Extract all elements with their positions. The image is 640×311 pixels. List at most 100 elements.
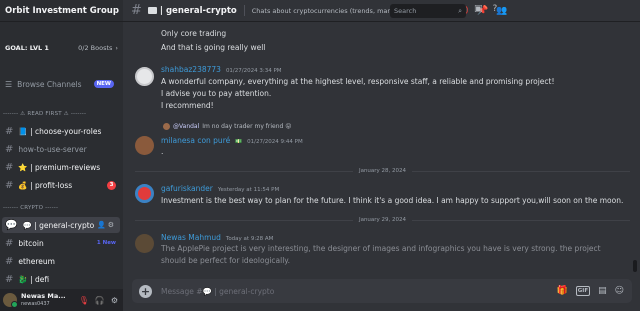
gear-icon[interactable]: ⚙ bbox=[111, 296, 118, 305]
reply-reference[interactable]: @Vandal Im no day trader my friend 😝 bbox=[163, 123, 292, 130]
new-badge: NEW bbox=[93, 80, 114, 88]
category-crypto[interactable]: ------- CRYPTO ------ bbox=[0, 205, 123, 215]
new-messages-badge: 1 New bbox=[96, 240, 116, 246]
boost-goal-label: GOAL: LVL 1 bbox=[5, 44, 49, 52]
avatar[interactable] bbox=[135, 184, 154, 203]
boost-count: 0/2 Boosts bbox=[78, 44, 113, 52]
help-icon[interactable]: ? bbox=[493, 4, 498, 14]
user-names[interactable]: Newas Ma... newas0437 bbox=[21, 293, 66, 307]
message-line: And that is going really well bbox=[161, 43, 266, 52]
divider-line bbox=[412, 219, 630, 221]
channel-defi[interactable]: # 🐉 | defi bbox=[2, 271, 120, 287]
add-attachment-icon[interactable]: + bbox=[139, 284, 152, 298]
channel-label: how-to-use-server bbox=[18, 144, 87, 154]
channel-how-to-use-server[interactable]: # how-to-use-server bbox=[2, 141, 120, 157]
author-name[interactable]: shahbaz238773 bbox=[161, 65, 221, 74]
chevron-right-icon: › bbox=[115, 44, 118, 52]
channel-label: ⭐ | premium-reviews bbox=[18, 162, 101, 172]
reply-text: Im no day trader my friend 😝 bbox=[202, 123, 292, 130]
browse-channels[interactable]: ☰ Browse Channels NEW bbox=[0, 76, 123, 92]
divider-line bbox=[412, 170, 630, 172]
scrollbar[interactable] bbox=[633, 260, 637, 272]
message-line: should be perfect for ideologically. bbox=[161, 256, 291, 265]
user-controls: 🎙 🎧 ⚙ bbox=[79, 296, 118, 305]
channel-header: # | general-crypto Chats about cryptocur… bbox=[123, 0, 640, 22]
user-avatar[interactable] bbox=[3, 293, 18, 308]
avatar[interactable] bbox=[135, 67, 154, 86]
channel-title-text: | general-crypto bbox=[159, 5, 237, 16]
message-header: Newas Mahmud Today at 9:28 AM bbox=[161, 233, 273, 242]
inbox-icon[interactable]: ▣ bbox=[474, 4, 483, 14]
search-input[interactable]: Search ⌕ bbox=[390, 4, 466, 18]
channel-profit-loss[interactable]: # 💰 | profit-loss 3 bbox=[2, 177, 120, 193]
author-name[interactable]: gafuriskander bbox=[161, 184, 213, 193]
reply-mention: @Vandal bbox=[173, 123, 200, 130]
divider-line bbox=[135, 219, 353, 221]
server-header[interactable]: Orbit Investment Group ⌄ bbox=[0, 0, 123, 22]
hash-icon: # bbox=[5, 255, 14, 267]
unread-count-badge: 3 bbox=[107, 180, 116, 190]
chat-bubble-icon bbox=[147, 7, 157, 14]
user-name: Newas Ma... bbox=[21, 292, 66, 301]
date-divider: January 29, 2024 bbox=[135, 215, 630, 225]
date-divider: January 28, 2024 bbox=[135, 166, 630, 176]
message-input[interactable]: Message #💬 | general-crypto bbox=[161, 287, 274, 296]
gift-icon[interactable]: 🎁 bbox=[557, 286, 568, 296]
message-list: Only core trading And that is going real… bbox=[123, 22, 640, 275]
channel-bitcoin[interactable]: # bitcoin 1 New bbox=[2, 235, 120, 251]
channel-label: 📘 | choose-your-roles bbox=[18, 126, 102, 136]
gif-button[interactable]: GIF bbox=[575, 286, 591, 296]
message-line: I recommend! bbox=[161, 101, 214, 110]
browse-channels-label: Browse Channels bbox=[17, 79, 82, 89]
channel-sidebar: Orbit Investment Group ⌄ GOAL: LVL 1 0/2… bbox=[0, 0, 123, 311]
channel-actions[interactable]: 👤⚙ bbox=[97, 221, 116, 229]
hash-icon: # bbox=[131, 3, 142, 18]
search-icon: ⌕ bbox=[458, 6, 462, 15]
channel-choose-your-roles[interactable]: # 📘 | choose-your-roles bbox=[2, 123, 120, 139]
message-line: A wonderful company, everything at the h… bbox=[161, 77, 555, 86]
avatar[interactable] bbox=[135, 136, 154, 155]
channel-label: 💰 | profit-loss bbox=[18, 180, 73, 190]
user-tag: newas0437 bbox=[21, 300, 50, 307]
timestamp: 01/27/2024 9:44 PM bbox=[247, 139, 303, 145]
hash-icon: # bbox=[5, 179, 14, 191]
message-header: shahbaz238773 01/27/2024 3:34 PM bbox=[161, 65, 282, 74]
hash-icon: # bbox=[5, 125, 14, 137]
emoji-icon[interactable]: ☺ bbox=[615, 286, 624, 296]
hash-icon: # bbox=[5, 237, 14, 249]
message-line: I advise you to pay attention. bbox=[161, 89, 272, 98]
composer-tools: 🎁 GIF ▤ ☺ bbox=[557, 286, 624, 296]
hash-icon: # bbox=[5, 161, 14, 173]
author-name[interactable]: milanesa con puré bbox=[161, 136, 230, 145]
server-name: Orbit Investment Group bbox=[5, 5, 119, 16]
category-read-first[interactable]: ------- ⚠ READ FIRST ⚠ ------- bbox=[0, 111, 123, 121]
sticker-icon[interactable]: ▤ bbox=[598, 286, 607, 296]
avatar[interactable] bbox=[135, 234, 154, 253]
author-name[interactable]: Newas Mahmud bbox=[161, 233, 221, 242]
channel-label: bitcoin bbox=[18, 238, 44, 248]
message-header: gafuriskander Yesterday at 11:54 PM bbox=[161, 184, 279, 193]
member-list-icon[interactable]: 👥 bbox=[496, 6, 507, 16]
timestamp: 01/27/2024 3:34 PM bbox=[225, 68, 282, 74]
message-line: Investment is the best way to plan for t… bbox=[161, 196, 624, 205]
boost-goal[interactable]: GOAL: LVL 1 0/2 Boosts › bbox=[0, 40, 123, 56]
list-icon: ☰ bbox=[5, 79, 13, 89]
channel-premium-reviews[interactable]: # ⭐ | premium-reviews bbox=[2, 159, 120, 175]
channel-ethereum[interactable]: # ethereum bbox=[2, 253, 120, 269]
user-panel: Newas Ma... newas0437 🎙 🎧 ⚙ bbox=[0, 289, 123, 311]
hash-icon: # bbox=[5, 143, 14, 155]
role-badge: 💵 bbox=[235, 139, 243, 145]
timestamp: Today at 9:28 AM bbox=[225, 236, 274, 242]
header-divider bbox=[243, 5, 245, 16]
channel-general-crypto[interactable]: 💬 💬 | general-crypto 👤⚙ bbox=[2, 217, 120, 233]
header-right-icons: ▣ ? bbox=[474, 4, 497, 14]
chat-bubble-icon: 💬 bbox=[5, 219, 18, 231]
timestamp: Yesterday at 11:54 PM bbox=[217, 187, 280, 193]
microphone-muted-icon[interactable]: 🎙 bbox=[79, 296, 89, 305]
hash-icon: # bbox=[5, 273, 14, 285]
headphones-icon[interactable]: 🎧 bbox=[95, 296, 105, 305]
channel-title: | general-crypto bbox=[147, 5, 237, 16]
divider-date: January 29, 2024 bbox=[358, 217, 407, 223]
message-line: Only core trading bbox=[161, 29, 227, 38]
divider-date: January 28, 2024 bbox=[358, 168, 407, 174]
